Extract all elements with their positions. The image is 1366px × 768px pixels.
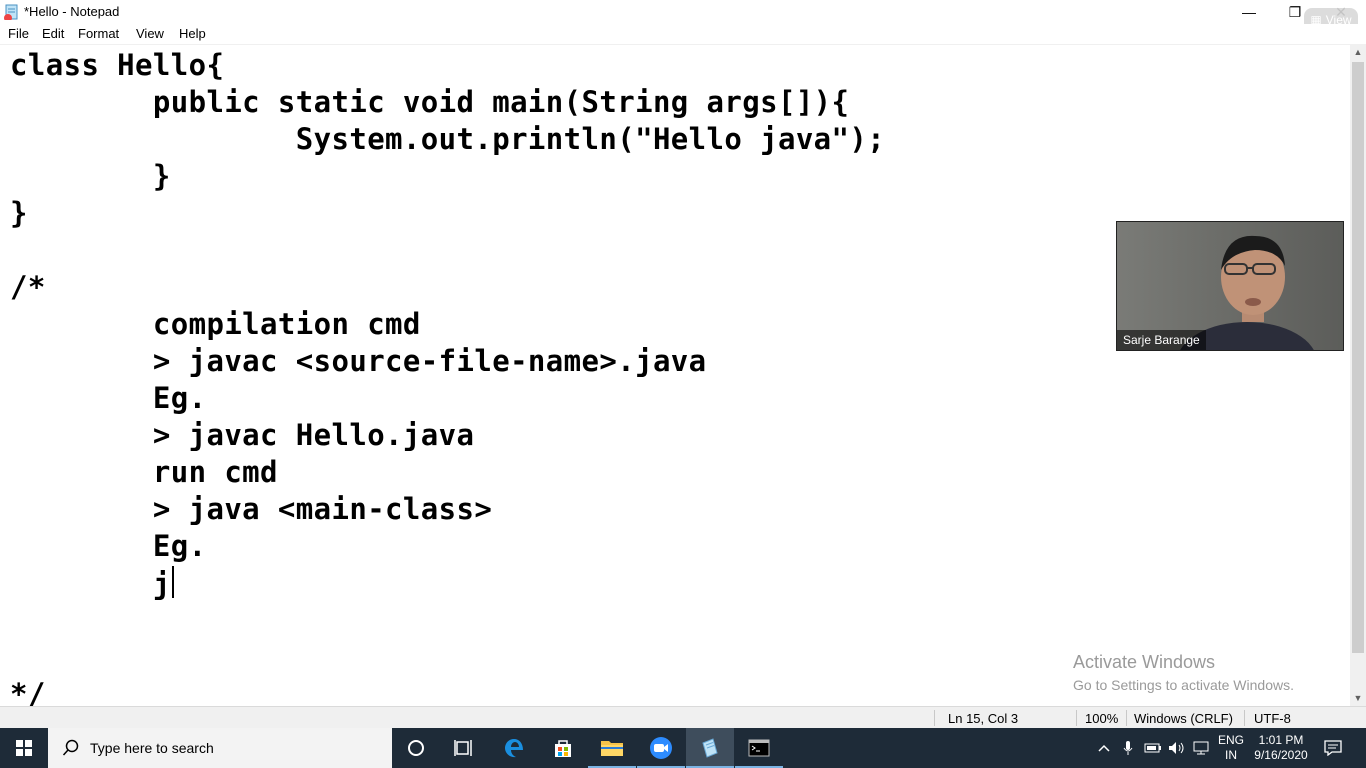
activate-windows-watermark: Activate Windows Go to Settings to activ… xyxy=(1073,652,1294,693)
scroll-thumb[interactable] xyxy=(1352,62,1364,653)
clock-date: 9/16/2020 xyxy=(1254,748,1308,762)
code-line: > javac <source-file-name>.java xyxy=(10,344,707,378)
taskbar: Type here to search ENG IN 1:01 PM 9/16/… xyxy=(0,728,1366,768)
status-divider xyxy=(1076,710,1077,726)
status-divider xyxy=(934,710,935,726)
line-endings: Windows (CRLF) xyxy=(1134,711,1233,726)
start-button[interactable] xyxy=(0,728,48,768)
participant-name-label: Sarje Barange xyxy=(1117,330,1206,350)
cortana-circle-icon xyxy=(408,740,424,756)
clock-time: 1:01 PM xyxy=(1258,733,1304,747)
code-line: Eg. xyxy=(10,381,207,415)
code-line: run cmd xyxy=(10,455,278,489)
volume-icon[interactable] xyxy=(1166,728,1188,768)
code-line: } xyxy=(10,196,28,230)
code-line: } xyxy=(10,159,171,193)
menu-help[interactable]: Help xyxy=(179,26,206,41)
taskbar-file-explorer[interactable] xyxy=(588,728,636,768)
code-line: Eg. xyxy=(10,529,207,563)
status-divider xyxy=(1126,710,1127,726)
network-icon[interactable] xyxy=(1190,728,1212,768)
edge-browser-icon xyxy=(505,739,523,758)
action-center-icon[interactable] xyxy=(1318,728,1348,768)
code-line-current-text: j xyxy=(10,567,171,601)
taskbar-search-box[interactable]: Type here to search xyxy=(48,728,392,768)
encoding: UTF-8 xyxy=(1254,711,1291,726)
notepad-icon xyxy=(702,738,718,758)
webcam-video-tile[interactable]: Sarje Barange xyxy=(1116,221,1344,351)
cortana-button[interactable] xyxy=(392,728,440,768)
tray-overflow-chevron-icon[interactable] xyxy=(1094,728,1114,768)
microphone-icon[interactable] xyxy=(1118,728,1138,768)
taskbar-zoom[interactable] xyxy=(637,728,685,768)
scroll-up-icon[interactable]: ▲ xyxy=(1350,44,1366,60)
code-line: class Hello{ xyxy=(10,48,225,82)
task-view-button[interactable] xyxy=(440,728,488,768)
code-line: */ xyxy=(10,677,46,707)
window-title: *Hello - Notepad xyxy=(24,4,120,19)
command-prompt-icon xyxy=(748,739,770,757)
language-indicator[interactable]: ENG IN xyxy=(1214,728,1248,768)
search-placeholder: Type here to search xyxy=(90,740,214,756)
watermark-title: Activate Windows xyxy=(1073,652,1216,672)
code-line: compilation cmd xyxy=(10,307,421,341)
status-bar: Ln 15, Col 3 100% Windows (CRLF) UTF-8 xyxy=(0,706,1366,729)
menu-file[interactable]: File xyxy=(8,26,29,41)
status-divider xyxy=(1244,710,1245,726)
code-line-current: j xyxy=(10,566,174,601)
region-code: IN xyxy=(1225,748,1237,762)
vertical-scrollbar[interactable]: ▲ ▼ xyxy=(1350,44,1366,706)
menu-bar: File Edit Format View Help xyxy=(0,24,1366,44)
taskbar-command-prompt[interactable] xyxy=(735,728,783,768)
language-code: ENG xyxy=(1217,733,1244,747)
windows-logo-icon xyxy=(16,740,32,756)
menu-view[interactable]: View xyxy=(136,26,164,41)
menu-format[interactable]: Format xyxy=(78,26,119,41)
zoom-level: 100% xyxy=(1085,711,1119,726)
minimize-button[interactable]: — xyxy=(1226,0,1272,24)
notepad-app-icon[interactable] xyxy=(4,4,20,20)
code-line: > java <main-class> xyxy=(10,492,493,526)
code-line: public static void main(String args[]){ xyxy=(10,85,850,119)
search-icon xyxy=(62,739,79,756)
taskbar-store[interactable] xyxy=(539,728,587,768)
store-bag-icon xyxy=(555,740,571,757)
code-line: System.out.println("Hello java"); xyxy=(10,122,886,156)
taskbar-notepad[interactable] xyxy=(686,728,734,768)
text-caret xyxy=(171,566,174,598)
watermark-subtitle: Go to Settings to activate Windows. xyxy=(1073,677,1294,693)
folder-icon xyxy=(601,741,623,756)
clock[interactable]: 1:01 PM 9/16/2020 xyxy=(1250,728,1312,768)
code-line: /* xyxy=(10,270,46,304)
text-editor[interactable]: class Hello{ public static void main(Str… xyxy=(0,44,1350,707)
title-bar: *Hello - Notepad — ❐ ✕ ▦ View xyxy=(0,0,1366,32)
code-line: > javac Hello.java xyxy=(10,418,475,452)
menu-edit[interactable]: Edit xyxy=(42,26,64,41)
zoom-camera-icon xyxy=(650,737,672,759)
task-view-icon xyxy=(454,740,472,756)
battery-icon[interactable] xyxy=(1142,728,1164,768)
cursor-position: Ln 15, Col 3 xyxy=(948,711,1019,726)
taskbar-edge[interactable] xyxy=(490,728,538,768)
scroll-down-icon[interactable]: ▼ xyxy=(1350,690,1366,706)
